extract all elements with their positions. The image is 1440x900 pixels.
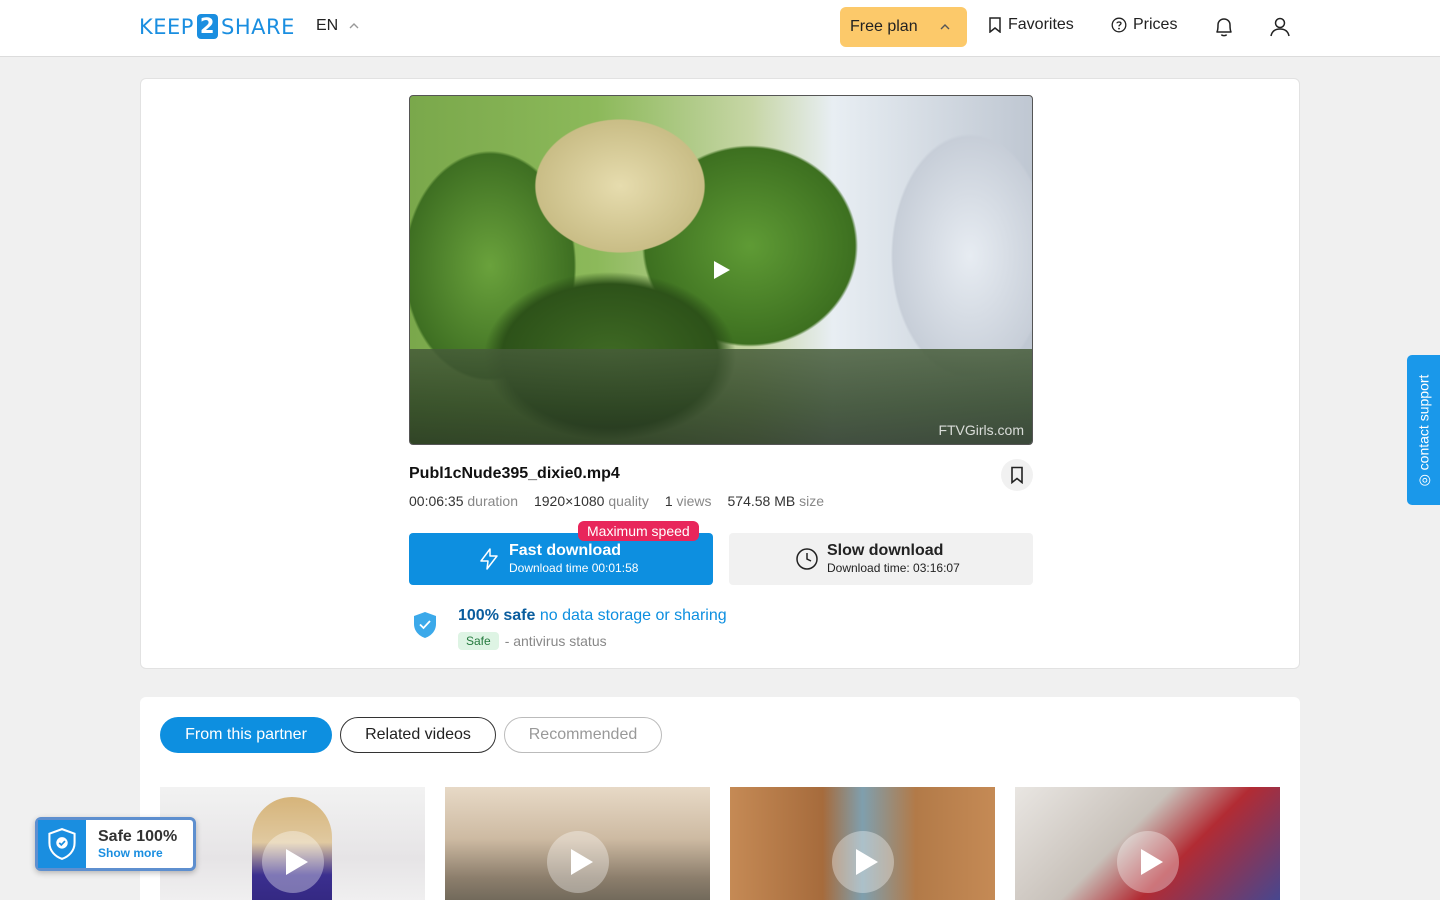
contact-support-tab[interactable]: ◎ contact support — [1407, 355, 1440, 505]
video-thumbnail[interactable] — [1015, 787, 1280, 900]
size-value: 574.58 MB — [727, 493, 796, 509]
videos-section: From this partner Related videos Recomme… — [140, 697, 1300, 900]
keep2share-logo[interactable]: KEEP 2 SHARE — [139, 14, 295, 39]
views-unit: views — [676, 493, 712, 509]
logo-text-keep: KEEP — [139, 14, 194, 39]
language-selector[interactable]: EN — [316, 17, 360, 35]
safe-rest: no data storage or sharing — [539, 607, 727, 624]
logo-text-share: SHARE — [220, 14, 295, 39]
clock-icon — [796, 548, 818, 570]
safe-bold: 100% safe — [458, 607, 536, 624]
quality-meta: 1920×1080 quality — [534, 493, 649, 509]
help-circle-icon — [1111, 17, 1127, 33]
video-thumbnail[interactable] — [445, 787, 710, 900]
show-more-link[interactable]: Show more — [98, 846, 177, 860]
play-icon — [856, 849, 878, 875]
fast-download-title: Fast download — [509, 542, 621, 559]
video-thumbnail[interactable] — [160, 787, 425, 900]
bookmark-icon — [989, 17, 1001, 33]
size-unit: size — [799, 493, 825, 509]
play-icon — [571, 849, 593, 875]
file-name: Publ1cNude395_dixie0.mp4 — [409, 465, 620, 482]
free-plan-button[interactable]: Free plan — [840, 7, 967, 47]
lightning-icon — [480, 548, 498, 570]
antivirus-status-label: - antivirus status — [504, 633, 607, 649]
views-value: 1 — [664, 493, 673, 509]
chevron-up-icon — [940, 24, 950, 30]
prices-link[interactable]: Prices — [1111, 16, 1177, 34]
tab-related-videos[interactable]: Related videos — [340, 717, 496, 753]
slow-download-title: Slow download — [827, 542, 944, 559]
safe-statement: 100% safe no data storage or sharing — [458, 607, 727, 625]
duration-meta: 00:06:35 duration — [409, 493, 518, 509]
logo-text-2: 2 — [196, 14, 218, 39]
file-card: FTVGirls.com Publ1cNude395_dixie0.mp4 00… — [140, 78, 1300, 669]
add-favorite-button[interactable] — [1001, 459, 1033, 491]
user-icon[interactable] — [1267, 14, 1293, 40]
contact-support-text: contact support — [1415, 374, 1431, 470]
antivirus-status: Safe - antivirus status — [458, 632, 607, 650]
safe-widget[interactable]: Safe 100% Show more — [35, 817, 196, 871]
duration-value: 00:06:35 — [409, 493, 464, 509]
shield-check-icon — [38, 820, 86, 868]
play-icon[interactable] — [714, 261, 730, 279]
bell-icon[interactable] — [1211, 14, 1237, 40]
video-thumbnail[interactable] — [730, 787, 995, 900]
video-preview[interactable]: FTVGirls.com — [409, 95, 1033, 445]
maximum-speed-badge: Maximum speed — [578, 521, 699, 541]
tab-recommended[interactable]: Recommended — [504, 717, 662, 753]
video-watermark: FTVGirls.com — [938, 422, 1024, 438]
shield-check-icon — [414, 612, 436, 638]
tab-from-this-partner[interactable]: From this partner — [160, 717, 332, 753]
play-icon — [286, 849, 308, 875]
plan-label: Free plan — [850, 18, 918, 35]
top-header: KEEP 2 SHARE EN Free plan Favorites Pric… — [0, 0, 1440, 57]
slow-download-button[interactable]: Slow download Download time: 03:16:07 — [729, 533, 1033, 585]
quality-value: 1920×1080 — [533, 493, 605, 509]
safe-chip: Safe — [458, 632, 499, 650]
favorites-label: Favorites — [1008, 16, 1074, 33]
contact-support-label: ◎ contact support — [1415, 374, 1431, 486]
slow-download-time: Download time: 03:16:07 — [827, 561, 960, 575]
language-label: EN — [316, 17, 339, 34]
play-icon — [1141, 849, 1163, 875]
quality-unit: quality — [608, 493, 649, 509]
favorites-link[interactable]: Favorites — [988, 16, 1074, 34]
fast-download-time: Download time 00:01:58 — [509, 561, 639, 575]
views-meta: 1 views — [665, 493, 712, 509]
chevron-up-icon — [349, 23, 359, 29]
bookmark-icon — [1011, 466, 1023, 484]
size-meta: 574.58 MB size — [728, 493, 825, 509]
file-meta: 00:06:35 duration 1920×1080 quality 1 vi… — [409, 493, 824, 509]
duration-unit: duration — [467, 493, 518, 509]
safe-widget-title: Safe 100% — [98, 828, 178, 845]
prices-label: Prices — [1133, 16, 1178, 33]
